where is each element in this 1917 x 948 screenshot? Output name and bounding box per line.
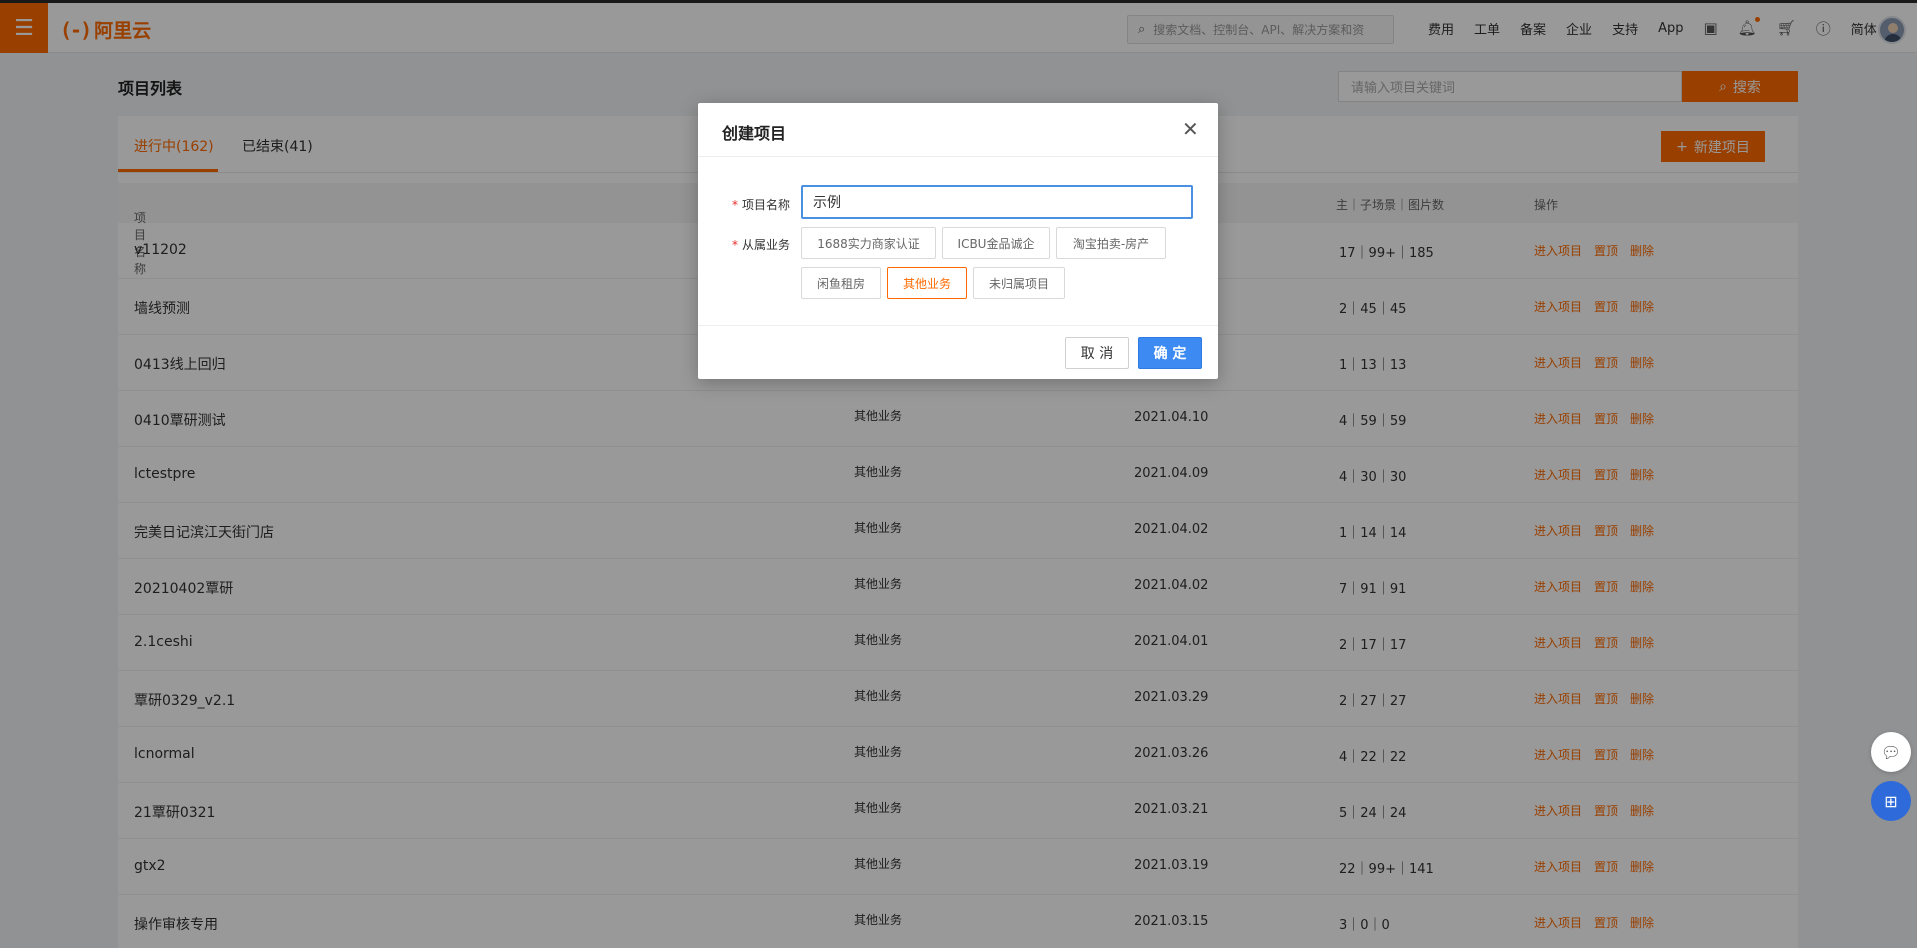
biz-option-1688[interactable]: 1688实力商家认证 — [801, 227, 936, 259]
dialog-title: 创建项目 — [722, 124, 787, 143]
project-name-label: * 项目名称 — [732, 198, 791, 212]
confirm-button[interactable]: 确 定 — [1138, 337, 1202, 369]
business-label: * 从属业务 — [732, 238, 791, 252]
biz-option-icbu[interactable]: ICBU金品诚企 — [942, 227, 1050, 259]
cancel-button[interactable]: 取 消 — [1065, 337, 1129, 369]
chat-icon: 💬︎ — [1880, 742, 1902, 762]
create-project-dialog: 创建项目 ✕ * 项目名称 示例 * 从属业务 1688实力商家认证 ICBU金品诚… — [698, 103, 1218, 379]
dialog-footer-divider — [698, 325, 1218, 326]
chat-float-button[interactable]: 💬︎ — [1871, 732, 1911, 772]
project-name-input[interactable]: 示例 — [801, 185, 1193, 219]
project-name-value: 示例 — [813, 195, 841, 211]
dialog-header: 创建项目 ✕ — [698, 103, 1218, 157]
biz-option-other[interactable]: 其他业务 — [887, 267, 967, 299]
biz-option-xianyu[interactable]: 闲鱼租房 — [801, 267, 881, 299]
biz-option-unassigned[interactable]: 未归属项目 — [973, 267, 1065, 299]
apps-float-button[interactable]: ⊞ — [1871, 781, 1911, 821]
close-icon[interactable]: ✕ — [1182, 119, 1199, 139]
apps-grid-icon: ⊞ — [1884, 791, 1898, 811]
biz-option-taobao-auction[interactable]: 淘宝拍卖-房产 — [1056, 227, 1166, 259]
